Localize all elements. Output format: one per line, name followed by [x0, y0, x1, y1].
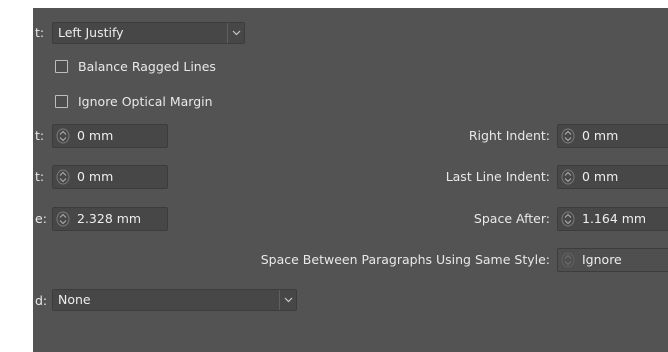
first-line-indent-label: t: — [35, 169, 45, 184]
stepper-icon[interactable] — [56, 211, 70, 227]
alignment-value: Left Justify — [58, 25, 124, 40]
balance-ragged-lines-checkbox[interactable] — [55, 60, 68, 73]
stepper-icon[interactable] — [561, 128, 575, 144]
stepper-icon[interactable] — [56, 128, 70, 144]
space-between-field[interactable]: Ignore — [557, 248, 668, 272]
space-before-value: 2.328 mm — [77, 211, 142, 226]
ignore-optical-margin-checkbox[interactable] — [55, 95, 68, 108]
space-between-value: Ignore — [582, 252, 622, 267]
right-indent-value: 0 mm — [582, 128, 619, 143]
stepper-icon — [561, 252, 575, 268]
last-line-indent-value: 0 mm — [582, 169, 619, 184]
right-indent-field[interactable]: 0 mm — [557, 124, 668, 148]
first-line-indent-value: 0 mm — [77, 169, 114, 184]
right-indent-label: Right Indent: — [468, 128, 550, 143]
first-line-indent-field[interactable]: 0 mm — [52, 165, 168, 189]
stepper-icon[interactable] — [561, 169, 575, 185]
ignore-optical-margin-label: Ignore Optical Margin — [78, 94, 213, 109]
space-between-label: Space Between Paragraphs Using Same Styl… — [260, 252, 550, 267]
space-before-field[interactable]: 2.328 mm — [52, 207, 168, 231]
balance-ragged-lines-label: Balance Ragged Lines — [78, 59, 216, 74]
align-to-grid-value: None — [58, 292, 91, 307]
last-line-indent-label: Last Line Indent: — [445, 169, 550, 184]
space-after-field[interactable]: 1.164 mm — [557, 207, 668, 231]
align-to-grid-label: d: — [35, 293, 48, 308]
stepper-icon[interactable] — [56, 169, 70, 185]
align-to-grid-dropdown[interactable]: None — [52, 289, 297, 311]
chevron-down-icon — [232, 30, 241, 36]
stepper-icon[interactable] — [561, 211, 575, 227]
alignment-dropdown[interactable]: Left Justify — [52, 22, 245, 44]
alignment-label: t: — [35, 25, 45, 40]
left-indent-value: 0 mm — [77, 128, 114, 143]
last-line-indent-field[interactable]: 0 mm — [557, 165, 668, 189]
space-after-label: Space After: — [473, 211, 550, 226]
space-after-value: 1.164 mm — [582, 211, 647, 226]
left-indent-label: t: — [35, 128, 45, 143]
space-before-label: e: — [35, 211, 47, 226]
left-indent-field[interactable]: 0 mm — [52, 124, 168, 148]
chevron-down-icon — [284, 297, 293, 303]
